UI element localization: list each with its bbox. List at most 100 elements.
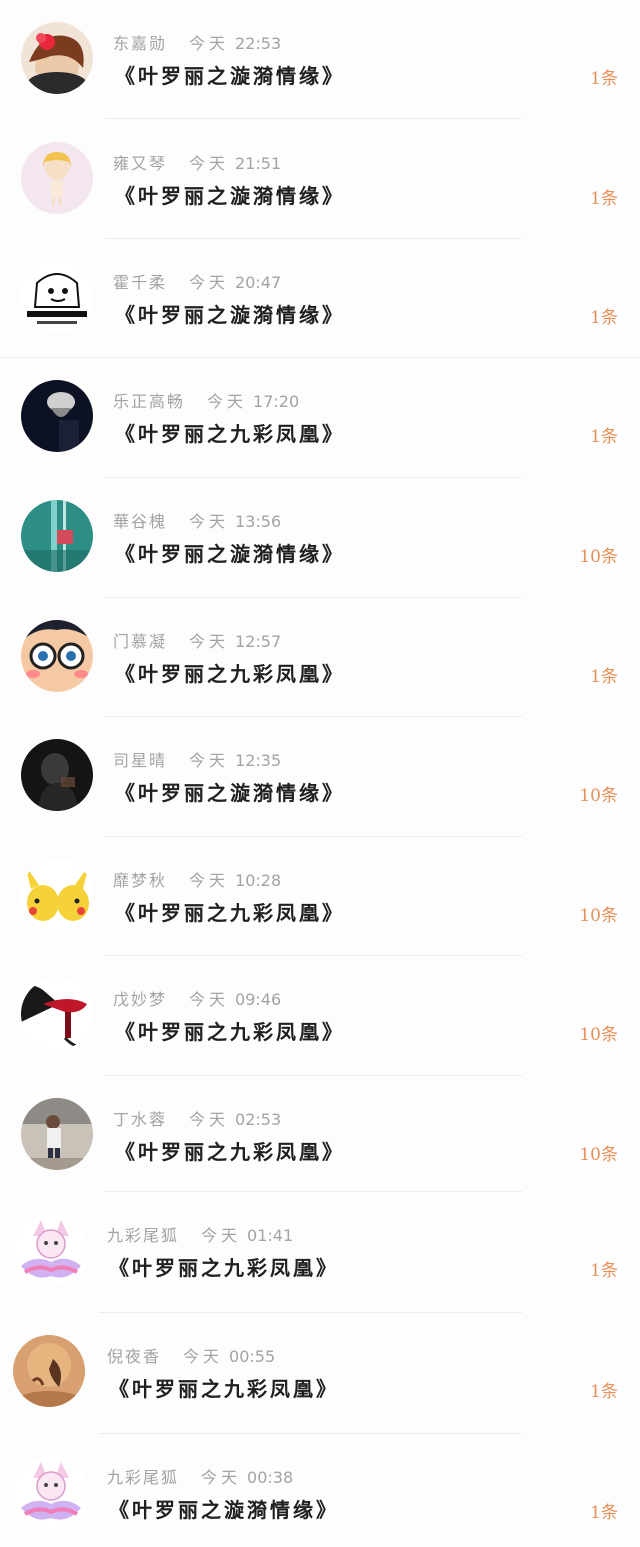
item-meta: 丁水蓉 今天 02:53 — [113, 1106, 281, 1130]
day-label: 今天 — [183, 1347, 224, 1366]
day-label: 今天 — [189, 990, 230, 1009]
item-meta: 霍千柔 今天 20:47 — [113, 269, 281, 293]
message-count-badge: 10条 — [579, 547, 618, 567]
avatar[interactable] — [21, 739, 93, 811]
sender-name: 九彩尾狐 — [107, 1468, 180, 1487]
sender-name: 门慕凝 — [113, 632, 168, 651]
item-meta: 乐正高畅 今天 17:20 — [113, 388, 299, 412]
timestamp: 17:20 — [253, 392, 300, 411]
message-count-badge: 1条 — [590, 1382, 618, 1402]
item-meta: 靡梦秋 今天 10:28 — [113, 867, 281, 891]
story-title[interactable]: 《叶罗丽之漩漪情缘》 — [115, 538, 345, 568]
story-title[interactable]: 《叶罗丽之九彩凤凰》 — [109, 1373, 339, 1403]
sender-name: 倪夜香 — [107, 1347, 162, 1366]
sender-name: 華谷槐 — [113, 512, 168, 531]
item-meta: 司星晴 今天 12:35 — [113, 747, 281, 771]
story-title[interactable]: 《叶罗丽之九彩凤凰》 — [115, 418, 345, 448]
day-label: 今天 — [189, 273, 230, 292]
sender-name: 司星晴 — [113, 751, 168, 770]
list-item[interactable]: 雍又琴 今天 21:51 《叶罗丽之漩漪情缘》 1条 — [0, 120, 640, 239]
avatar-pink-fox — [15, 1456, 87, 1528]
list-item[interactable]: 九彩尾狐 今天 01:41 《叶罗丽之九彩凤凰》 1条 — [0, 1192, 640, 1313]
story-title[interactable]: 《叶罗丽之漩漪情缘》 — [115, 180, 345, 210]
day-label: 今天 — [201, 1226, 242, 1245]
timestamp: 12:57 — [235, 632, 282, 651]
list-item[interactable]: 倪夜香 今天 00:55 《叶罗丽之九彩凤凰》 1条 — [0, 1313, 640, 1434]
message-count-badge: 1条 — [590, 427, 618, 447]
story-title[interactable]: 《叶罗丽之漩漪情缘》 — [115, 299, 345, 329]
message-count-badge: 10条 — [579, 906, 618, 926]
avatar-red-wine — [21, 978, 93, 1050]
avatar-meme-sticker — [21, 261, 93, 333]
story-title[interactable]: 《叶罗丽之漩漪情缘》 — [115, 60, 345, 90]
message-count-badge: 1条 — [590, 189, 618, 209]
avatar-pink-fox — [15, 1214, 87, 1286]
story-title[interactable]: 《叶罗丽之九彩凤凰》 — [115, 1136, 345, 1166]
sender-name: 戊妙梦 — [113, 990, 168, 1009]
item-meta: 倪夜香 今天 00:55 — [107, 1343, 275, 1367]
timestamp: 20:47 — [235, 273, 282, 292]
timestamp: 01:41 — [247, 1226, 294, 1245]
avatar[interactable] — [21, 380, 93, 452]
sender-name: 九彩尾狐 — [107, 1226, 180, 1245]
timestamp: 09:46 — [235, 990, 282, 1009]
avatar[interactable] — [21, 1098, 93, 1170]
message-count-badge: 10条 — [579, 1025, 618, 1045]
list-item[interactable]: 司星晴 今天 12:35 《叶罗丽之漩漪情缘》 10条 — [0, 717, 640, 837]
day-label: 今天 — [189, 871, 230, 890]
sender-name: 东嘉勋 — [113, 34, 168, 53]
day-label: 今天 — [207, 392, 248, 411]
timestamp: 00:38 — [247, 1468, 294, 1487]
list-item[interactable]: 丁水蓉 今天 02:53 《叶罗丽之九彩凤凰》 10条 — [0, 1076, 640, 1192]
message-count-badge: 10条 — [579, 1145, 618, 1165]
message-count-badge: 1条 — [590, 667, 618, 687]
avatar[interactable] — [21, 261, 93, 333]
story-title[interactable]: 《叶罗丽之漩漪情缘》 — [115, 777, 345, 807]
list-item[interactable]: 霍千柔 今天 20:47 《叶罗丽之漩漪情缘》 1条 — [0, 239, 640, 358]
sender-name: 靡梦秋 — [113, 871, 168, 890]
list-item[interactable]: 靡梦秋 今天 10:28 《叶罗丽之九彩凤凰》 10条 — [0, 837, 640, 956]
avatar-dark-figure — [21, 739, 93, 811]
list-item[interactable]: 门慕凝 今天 12:57 《叶罗丽之九彩凤凰》 1条 — [0, 598, 640, 717]
story-title[interactable]: 《叶罗丽之九彩凤凰》 — [109, 1252, 339, 1282]
list-item[interactable]: 華谷槐 今天 13:56 《叶罗丽之漩漪情缘》 10条 — [0, 478, 640, 598]
story-title[interactable]: 《叶罗丽之九彩凤凰》 — [115, 1016, 345, 1046]
avatar[interactable] — [21, 620, 93, 692]
avatar-dark-portrait — [21, 380, 93, 452]
timestamp: 10:28 — [235, 871, 282, 890]
day-label: 今天 — [189, 34, 230, 53]
story-title[interactable]: 《叶罗丽之九彩凤凰》 — [115, 658, 345, 688]
avatar[interactable] — [21, 22, 93, 94]
avatar[interactable] — [21, 142, 93, 214]
sender-name: 霍千柔 — [113, 273, 168, 292]
avatar[interactable] — [21, 859, 93, 931]
message-count-badge: 1条 — [590, 69, 618, 89]
item-meta: 雍又琴 今天 21:51 — [113, 150, 281, 174]
avatar[interactable] — [15, 1456, 87, 1528]
list-item[interactable]: 九彩尾狐 今天 00:38 《叶罗丽之漩漪情缘》 1条 — [0, 1434, 640, 1547]
day-label: 今天 — [189, 751, 230, 770]
story-title[interactable]: 《叶罗丽之九彩凤凰》 — [115, 897, 345, 927]
avatar[interactable] — [21, 978, 93, 1050]
avatar-teal-abstract — [21, 500, 93, 572]
divider — [105, 118, 522, 119]
message-count-badge: 1条 — [590, 1261, 618, 1281]
avatar-pikachu — [21, 859, 93, 931]
story-title[interactable]: 《叶罗丽之漩漪情缘》 — [109, 1494, 339, 1524]
avatar[interactable] — [15, 1214, 87, 1286]
day-label: 今天 — [189, 632, 230, 651]
list-item[interactable]: 戊妙梦 今天 09:46 《叶罗丽之九彩凤凰》 10条 — [0, 956, 640, 1076]
sender-name: 乐正高畅 — [113, 392, 186, 411]
list-item[interactable]: 乐正高畅 今天 17:20 《叶罗丽之九彩凤凰》 1条 — [0, 358, 640, 478]
avatar-anime-glasses-boy — [21, 620, 93, 692]
timestamp: 21:51 — [235, 154, 282, 173]
message-list: 东嘉勋 今天 22:53 《叶罗丽之漩漪情缘》 1条 雍又琴 今天 21:51 《叶罗丽之漩漪情… — [0, 0, 640, 1547]
avatar[interactable] — [21, 500, 93, 572]
avatar[interactable] — [13, 1335, 85, 1407]
timestamp: 13:56 — [235, 512, 282, 531]
avatar-amber-painting — [13, 1335, 85, 1407]
item-meta: 華谷槐 今天 13:56 — [113, 508, 281, 532]
list-item[interactable]: 东嘉勋 今天 22:53 《叶罗丽之漩漪情缘》 1条 — [0, 0, 640, 119]
timestamp: 22:53 — [235, 34, 282, 53]
day-label: 今天 — [189, 1110, 230, 1129]
